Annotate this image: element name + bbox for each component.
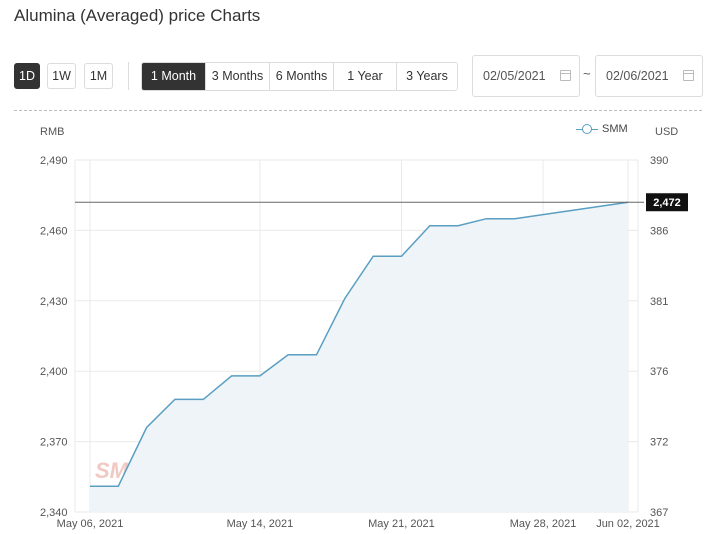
y-right-tick-label: 390 — [650, 155, 668, 167]
current-value-label: 2,472 — [653, 197, 681, 209]
x-tick-label: May 14, 2021 — [227, 518, 294, 530]
y-tick-label: 2,400 — [40, 366, 68, 378]
x-tick-label: May 06, 2021 — [57, 518, 124, 530]
left-axis-label: RMB — [40, 126, 64, 138]
y-right-tick-label: 381 — [650, 296, 668, 308]
y-tick-label: 2,460 — [40, 225, 68, 237]
y-tick-label: 2,370 — [40, 437, 68, 449]
y-right-tick-label: 376 — [650, 366, 668, 378]
series-area — [90, 202, 628, 512]
y-right-tick-label: 372 — [650, 437, 668, 449]
right-axis-label: USD — [655, 126, 678, 138]
y-right-tick-label: 386 — [650, 225, 668, 237]
x-tick-label: Jun 02, 2021 — [596, 518, 660, 530]
price-chart: 2,490 390 2,460 386 2,430 381 2,400 376 2,370 372… — [40, 126, 688, 530]
y-tick-label: 2,490 — [40, 155, 68, 167]
x-tick-label: May 28, 2021 — [510, 518, 577, 530]
y-tick-label: 2,430 — [40, 296, 68, 308]
x-tick-label: May 21, 2021 — [368, 518, 435, 530]
